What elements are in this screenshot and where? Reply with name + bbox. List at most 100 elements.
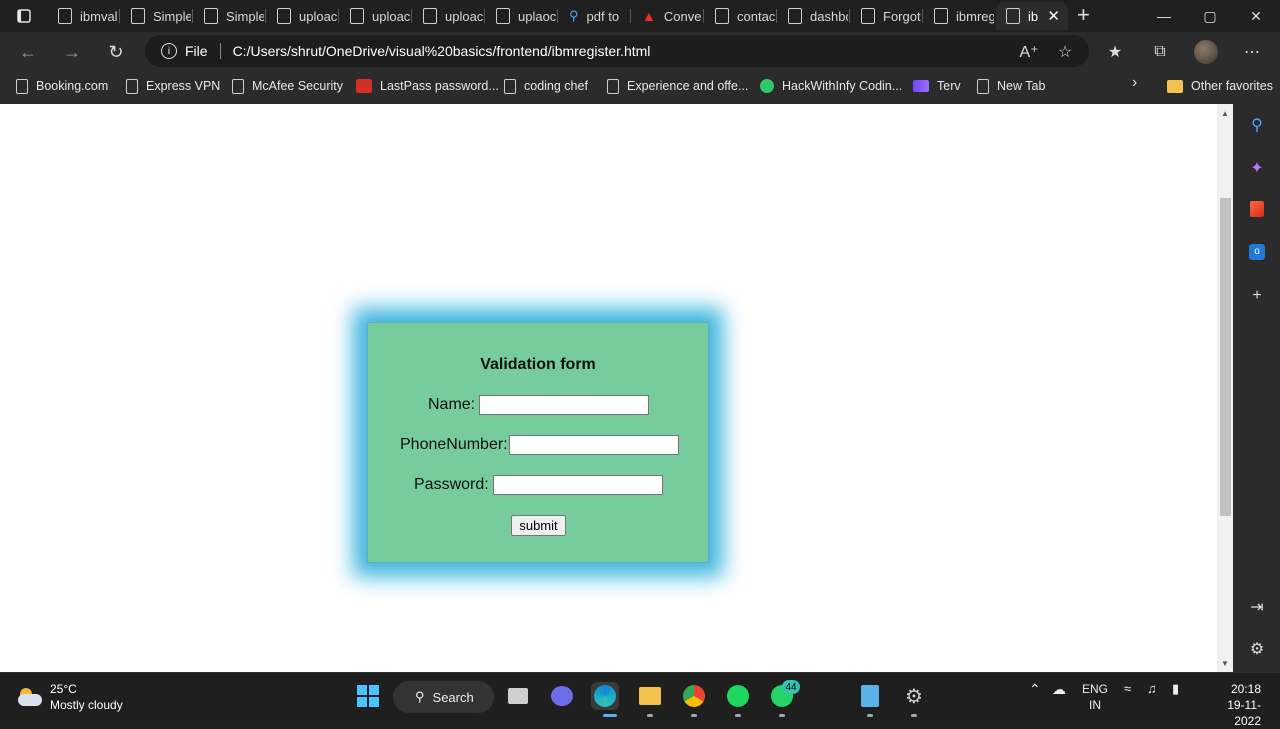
notepad-icon[interactable]: [856, 682, 884, 710]
forward-icon[interactable]: →: [60, 40, 84, 64]
submit-button[interactable]: submit: [511, 515, 566, 536]
tab[interactable]: ibmval: [48, 2, 118, 30]
outlook-icon[interactable]: o: [1246, 241, 1268, 263]
bookmark-item[interactable]: Terv: [913, 76, 961, 96]
tab-strip: ibmval Simple Simple uploac uploac uploa…: [0, 0, 1280, 32]
validation-form: Validation form Name: PhoneNumber: Passw…: [367, 322, 709, 563]
read-aloud-icon[interactable]: A⁺: [1017, 40, 1041, 64]
close-window-icon[interactable]: ✕: [1233, 4, 1279, 28]
taskbar-search[interactable]: ⚲ Search: [393, 681, 494, 713]
language-indicator[interactable]: ENG IN: [1082, 681, 1108, 713]
clock[interactable]: 20:18 19-11-2022: [1201, 681, 1261, 729]
copilot-icon[interactable]: ✦: [1246, 157, 1268, 179]
avatar[interactable]: [1194, 40, 1218, 64]
search-icon: ⚲: [569, 8, 579, 23]
teams-chat-icon[interactable]: [548, 682, 576, 710]
chrome-icon[interactable]: [680, 682, 708, 710]
back-icon[interactable]: ←: [16, 40, 40, 64]
spotify-icon[interactable]: [724, 682, 752, 710]
minimize-icon[interactable]: —: [1141, 4, 1187, 28]
bookmark-item[interactable]: Express VPN: [126, 76, 220, 96]
tab[interactable]: Forgot: [851, 2, 921, 30]
maximize-icon[interactable]: ▢: [1187, 4, 1233, 28]
gear-icon[interactable]: ⚙: [1246, 638, 1268, 660]
close-icon[interactable]: ✕: [1047, 7, 1060, 25]
file-explorer-icon[interactable]: [636, 682, 664, 710]
bookmark-item[interactable]: HackWithInfy Codin...: [760, 76, 902, 96]
search-icon[interactable]: ⚲: [1246, 114, 1268, 136]
page-icon: [423, 8, 437, 24]
add-icon[interactable]: +: [1246, 285, 1268, 307]
page-icon: [350, 8, 364, 24]
adobe-icon: ▲: [642, 8, 656, 24]
bookmark-item[interactable]: Experience and offe...: [607, 76, 748, 96]
url-field[interactable]: i File C:/Users/shrut/OneDrive/visual%20…: [145, 35, 1089, 67]
refresh-icon[interactable]: ↻: [104, 40, 128, 64]
bookmark-item[interactable]: LastPass password...: [356, 76, 499, 96]
scroll-up-icon[interactable]: ▲: [1219, 107, 1231, 119]
tab[interactable]: Simple: [121, 2, 191, 30]
scheme-label: File: [185, 43, 208, 59]
onedrive-icon[interactable]: ☁: [1052, 681, 1066, 698]
new-tab-icon[interactable]: +: [1077, 4, 1095, 28]
tab[interactable]: Simple: [194, 2, 264, 30]
phone-input[interactable]: [508, 435, 679, 455]
weather-status: Mostly cloudy: [50, 698, 123, 712]
page-icon: [861, 8, 875, 24]
name-row: Name:: [428, 395, 650, 415]
weather-widget[interactable]: 25°C Mostly cloudy: [16, 681, 123, 713]
edge-icon[interactable]: [591, 682, 619, 710]
info-icon[interactable]: i: [161, 43, 177, 59]
password-input[interactable]: [492, 475, 663, 495]
page-icon: [1006, 8, 1020, 24]
bookmark-item[interactable]: McAfee Security: [232, 76, 343, 96]
password-label: Password:: [414, 476, 489, 493]
bookmarks-bar: Booking.com Express VPN McAfee Security …: [0, 70, 1280, 100]
tab[interactable]: uplaoc: [486, 2, 556, 30]
tab[interactable]: uploac: [413, 2, 483, 30]
browser-chrome: ibmval Simple Simple uploac uploac uploa…: [0, 0, 1280, 104]
task-view-icon[interactable]: [504, 682, 532, 710]
tab[interactable]: ibmreg: [924, 2, 994, 30]
tab[interactable]: ▲ Conver: [632, 2, 702, 30]
wifi-icon[interactable]: ≈: [1124, 681, 1131, 696]
add-favorite-icon[interactable]: ☆: [1053, 40, 1077, 64]
volume-icon[interactable]: ♫: [1147, 681, 1157, 696]
office-icon[interactable]: [1246, 198, 1268, 220]
bookmark-item[interactable]: coding chef: [504, 76, 588, 96]
phone-row: PhoneNumber:: [400, 435, 679, 455]
page-icon: [277, 8, 291, 24]
bookmark-item[interactable]: New Tab: [977, 76, 1045, 96]
favorites-icon[interactable]: ★: [1103, 40, 1127, 64]
battery-icon[interactable]: ▮: [1172, 681, 1179, 697]
chevron-up-icon[interactable]: ⌃: [1029, 681, 1041, 698]
terv-icon: [913, 80, 929, 92]
tab-actions-icon[interactable]: [8, 4, 40, 28]
page-icon: [126, 78, 138, 94]
chevron-right-icon[interactable]: ›: [1132, 74, 1146, 94]
name-input[interactable]: [479, 395, 650, 415]
tab[interactable]: uploac: [267, 2, 337, 30]
scroll-down-icon[interactable]: ▼: [1219, 657, 1231, 669]
address-bar: ← → ↻ i File C:/Users/shrut/OneDrive/vis…: [0, 32, 1280, 70]
tab[interactable]: ⚲ pdf to: [559, 2, 629, 30]
collections-icon[interactable]: ⧉: [1148, 40, 1172, 64]
name-label: Name:: [428, 396, 476, 413]
tab-active[interactable]: ib ✕: [996, 2, 1068, 30]
password-row: Password:: [414, 475, 663, 495]
other-favorites[interactable]: Other favorites: [1167, 76, 1273, 96]
settings-icon[interactable]: ⚙: [900, 682, 928, 710]
page-icon: [788, 8, 802, 24]
tab[interactable]: uploac: [340, 2, 410, 30]
bookmark-item[interactable]: Booking.com: [16, 76, 108, 96]
page-icon: [496, 8, 510, 24]
scrollbar-thumb[interactable]: [1220, 198, 1231, 516]
hide-sidebar-icon[interactable]: ⇥: [1246, 596, 1268, 618]
more-icon[interactable]: ⋯: [1240, 40, 1264, 64]
tab[interactable]: dashbc: [778, 2, 848, 30]
windows-start-icon[interactable]: [354, 682, 382, 710]
tab[interactable]: contac: [705, 2, 775, 30]
form-title: Validation form: [480, 356, 596, 373]
page-icon: [934, 8, 948, 24]
url-text: C:/Users/shrut/OneDrive/visual%20basics/…: [232, 43, 651, 59]
